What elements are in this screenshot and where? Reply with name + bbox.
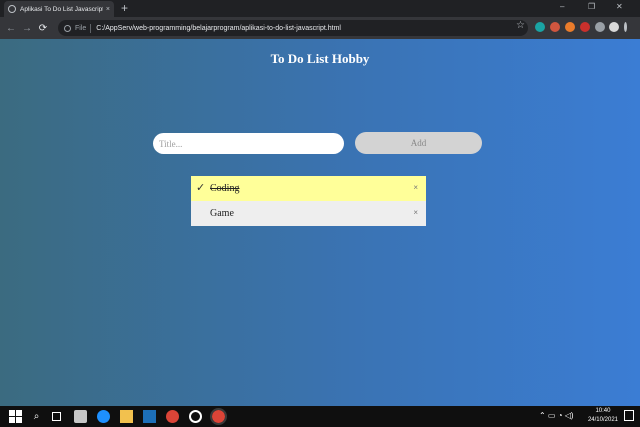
restore-button[interactable]: ❐: [588, 2, 595, 11]
reload-button[interactable]: ⟳: [35, 23, 51, 34]
edge-icon[interactable]: [97, 410, 110, 423]
extension-icon[interactable]: [580, 22, 590, 32]
todo-item-label: Coding: [210, 183, 240, 194]
forward-button[interactable]: →: [19, 23, 35, 34]
todo-item-coding[interactable]: ✓ Coding ×: [191, 176, 426, 201]
minimize-button[interactable]: –: [560, 2, 564, 11]
app-icon[interactable]: [189, 410, 202, 423]
clock-date: 24/10/2021: [587, 417, 618, 423]
browser-tab[interactable]: Aplikasi To Do List Javascript ×: [4, 1, 114, 17]
puzzle-icon[interactable]: [595, 22, 605, 32]
page-title: To Do List Hobby: [270, 51, 370, 66]
extension-icon[interactable]: [550, 22, 560, 32]
url-text[interactable]: C:/AppServ/web-programming/belajarprogra…: [96, 25, 341, 32]
back-button[interactable]: ←: [3, 23, 19, 34]
tab-title: Aplikasi To Do List Javascript: [20, 5, 103, 13]
globe-icon: [8, 5, 16, 13]
todo-item-game[interactable]: Game ×: [191, 201, 426, 226]
todo-item-label: Game: [210, 208, 234, 219]
avatar[interactable]: [609, 22, 619, 32]
delete-icon[interactable]: ×: [413, 208, 418, 217]
url-scheme: File: [75, 24, 87, 32]
close-tab-icon[interactable]: ×: [106, 6, 110, 13]
extension-icon[interactable]: [565, 22, 575, 32]
file-explorer-icon[interactable]: [120, 410, 133, 423]
clock[interactable]: 10:40 24/10/2021: [588, 407, 618, 425]
omnibox-divider: [90, 23, 92, 33]
taskbar: ⌕ ⌃ ▭ ◔ ◁) 10:40 24/10/2021: [0, 406, 640, 427]
clock-time: 10:40: [595, 408, 611, 414]
tab-strip: Aplikasi To Do List Javascript × + – ❐ ✕: [0, 0, 640, 17]
info-icon[interactable]: [64, 24, 71, 32]
system-tray-icons[interactable]: ⌃ ▭ ◔ ◁): [539, 411, 574, 420]
delete-icon[interactable]: ×: [413, 183, 418, 192]
windows-start-icon[interactable]: [9, 410, 22, 423]
todo-list: ✓ Coding × Game ×: [191, 176, 426, 226]
new-tab-button[interactable]: +: [121, 1, 128, 15]
menu-icon[interactable]: [624, 22, 627, 32]
notification-icon[interactable]: [624, 410, 634, 421]
bookmark-star-icon[interactable]: ☆: [516, 20, 525, 31]
title-input[interactable]: [153, 133, 344, 154]
chrome-active-icon[interactable]: [210, 408, 227, 425]
extension-icon[interactable]: [535, 22, 545, 32]
app-icon[interactable]: [143, 410, 156, 423]
chrome-icon[interactable]: [166, 410, 179, 423]
address-bar[interactable]: File C:/AppServ/web-programming/belajarp…: [58, 20, 528, 36]
add-button[interactable]: Add: [355, 132, 482, 154]
store-icon[interactable]: [74, 410, 87, 423]
search-icon[interactable]: ⌕: [30, 410, 43, 423]
close-window-button[interactable]: ✕: [616, 2, 623, 11]
task-view-icon[interactable]: [52, 412, 61, 421]
check-icon: ✓: [196, 182, 206, 194]
page-viewport: To Do List Hobby Add ✓ Coding × Game ×: [0, 39, 640, 406]
